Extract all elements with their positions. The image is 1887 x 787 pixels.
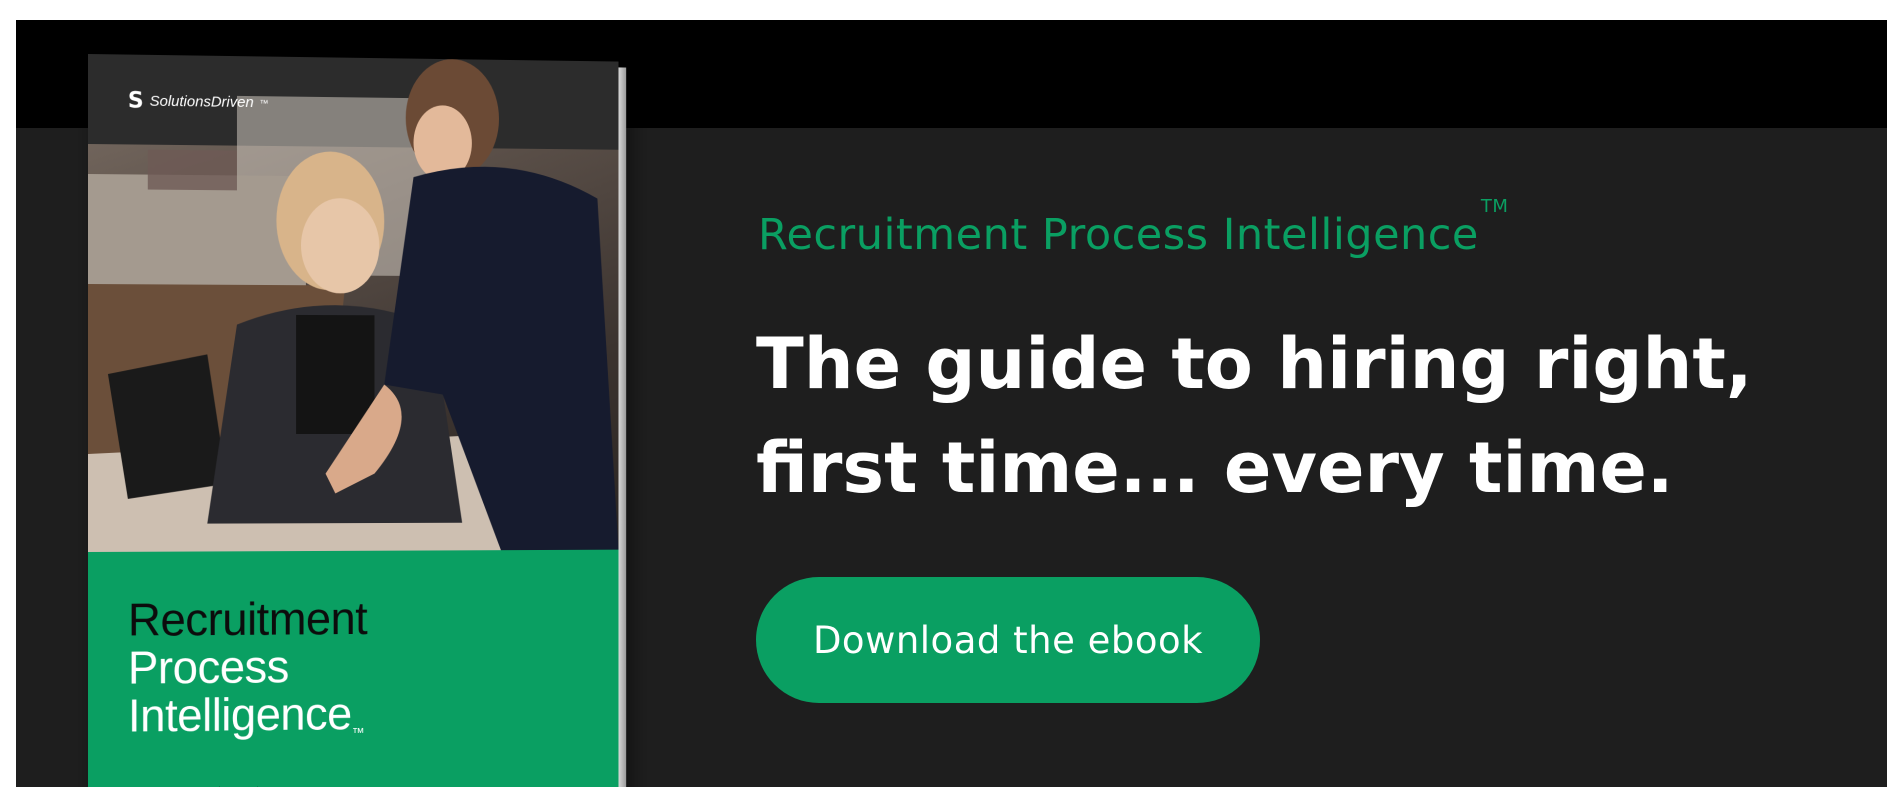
- eyebrow-title: Recruitment Process IntelligenceTM: [758, 196, 1508, 260]
- logo-mark-icon: S: [127, 88, 144, 114]
- cover-photo-illustration: [88, 54, 619, 552]
- cover-title-line2: Process: [127, 640, 289, 694]
- headline-line1: The guide to hiring right,: [756, 323, 1753, 405]
- cover-title-panel: Recruitment Process Intelligence™: [88, 549, 619, 787]
- ebook-banner: S SolutionsDriven ™ Recruitment Process I…: [16, 20, 1887, 787]
- book-spine: [618, 67, 627, 787]
- cover-title: Recruitment Process Intelligence™: [127, 592, 368, 742]
- eyebrow-text: Recruitment Process Intelligence: [758, 210, 1479, 260]
- download-ebook-button[interactable]: Download the ebook: [756, 577, 1260, 703]
- cover-title-tm: ™: [351, 724, 364, 740]
- logo-tm: ™: [259, 97, 269, 108]
- cover-title-line1: Recruitment: [127, 592, 368, 646]
- solutionsdriven-logo: S SolutionsDriven ™: [128, 89, 269, 116]
- cover-title-line3-text: Intelligence: [127, 687, 352, 742]
- eyebrow-tm: TM: [1480, 196, 1509, 217]
- headline-line2: first time... every time.: [756, 427, 1674, 509]
- cover-photo: [88, 54, 619, 552]
- logo-text: SolutionsDriven: [149, 92, 254, 112]
- headline: The guide to hiring right, first time...…: [756, 312, 1752, 520]
- ebook-cover[interactable]: S SolutionsDriven ™ Recruitment Process I…: [88, 54, 627, 787]
- cover-title-line3: Intelligence™: [127, 687, 367, 742]
